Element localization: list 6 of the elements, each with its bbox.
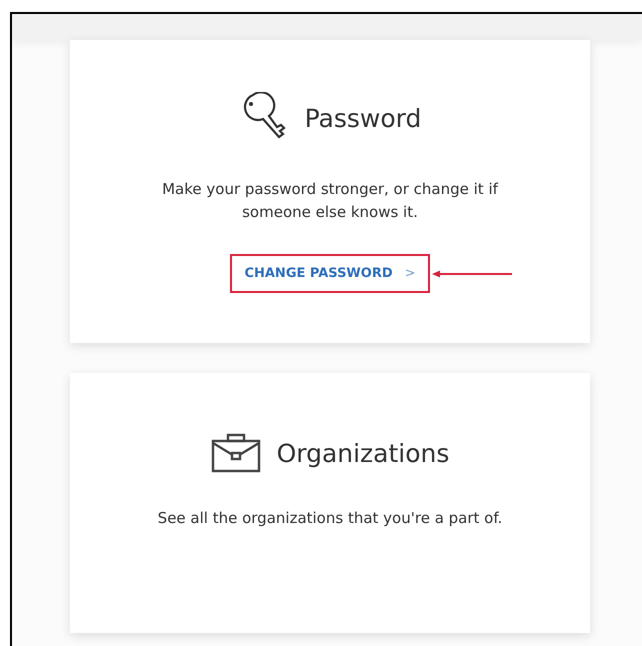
- card-title: Organizations: [276, 438, 450, 468]
- card-description: See all the organizations that you're a part of.: [156, 508, 504, 529]
- card-title: Password: [304, 104, 422, 132]
- briefcase-icon: [210, 433, 261, 473]
- change-password-link[interactable]: CHANGE PASSWORD >: [230, 254, 430, 293]
- card-description: Make your password stronger, or change it if someone else knows it.: [161, 179, 500, 223]
